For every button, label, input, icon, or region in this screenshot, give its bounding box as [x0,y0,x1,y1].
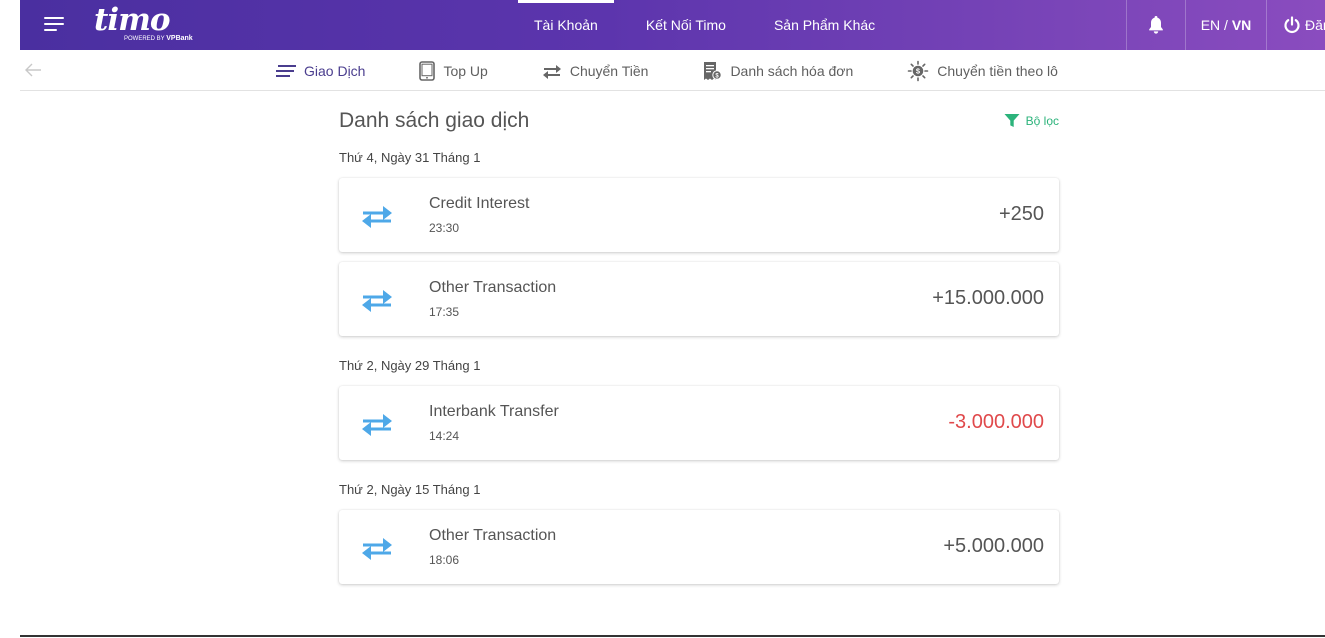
page-title: Danh sách giao dịch [339,109,530,132]
phone-icon [419,60,436,81]
subnav-giao-dich[interactable]: Giao Dịch [276,50,365,91]
page: timo POWERED BY VPBank Tài Khoản Kết Nối… [0,0,1325,638]
bell-icon [1149,15,1163,34]
language-switch[interactable]: EN / VN [1185,0,1266,50]
logo-wordmark: timo [94,2,171,38]
transaction-amount: +250 [998,203,1044,225]
nav-ket-noi-timo[interactable]: Kết Nối Timo [622,0,750,50]
power-icon [1284,16,1300,34]
timo-logo[interactable]: timo POWERED BY VPBank [94,2,193,44]
top-header: timo POWERED BY VPBank Tài Khoản Kết Nối… [20,0,1325,50]
date-header: Thứ 2, Ngày 29 Tháng 1 [339,358,481,373]
subnav-chuyen-tien[interactable]: Chuyển Tiền [542,50,649,91]
transfer-arrows-icon [362,538,392,560]
filter-label: Bộ lọc [1025,113,1059,128]
transaction-time: 17:35 [429,305,460,319]
logout-button[interactable]: Đăng [1266,0,1325,50]
subnav-top-up-label: Top Up [443,62,488,79]
transaction-time: 14:24 [429,429,460,443]
transaction-name: Credit Interest [429,195,530,212]
bottom-divider [20,635,1325,637]
transaction-row[interactable]: Credit Interest 23:30 +250 [339,178,1059,252]
lang-en[interactable]: EN [1201,17,1220,33]
subnav-top-up[interactable]: Top Up [419,50,488,91]
subnav-chuyen-tien-theo-lo[interactable]: $ Chuyển tiền theo lô [907,50,1058,91]
nav-san-pham-khac[interactable]: Sản Phẩm Khác [750,0,899,50]
transfer-arrows-icon [362,290,392,312]
transfer-arrows-icon [362,414,392,436]
filter-button[interactable]: Bộ lọc [1004,113,1059,128]
lines-icon [276,64,296,77]
notifications-button[interactable] [1126,0,1185,50]
transaction-amount: -3.000.000 [948,411,1044,433]
transaction-name: Other Transaction [429,527,557,544]
header-tools: EN / VN Đăng [1126,0,1325,50]
transaction-time: 18:06 [429,553,460,567]
transfer-icon [542,64,561,79]
main-nav: Tài Khoản Kết Nối Timo Sản Phẩm Khác [510,0,899,50]
transaction-amount: +15.000.000 [932,287,1044,309]
sub-nav: Giao Dịch Top Up Chuyển Tiền $ Danh sách… [20,50,1325,91]
transaction-name: Interbank Transfer [429,403,559,420]
funnel-icon [1004,114,1020,127]
subnav-giao-dich-label: Giao Dịch [304,62,366,79]
menu-icon[interactable] [44,15,64,33]
date-header: Thứ 2, Ngày 15 Tháng 1 [339,482,481,497]
date-header: Thứ 4, Ngày 31 Tháng 1 [339,150,481,165]
batch-icon: $ [907,60,929,81]
subnav-chuyen-tien-theo-lo-label: Chuyển tiền theo lô [937,62,1058,79]
transfer-arrows-icon [362,206,392,228]
transaction-row[interactable]: Other Transaction 18:06 +5.000.000 [339,510,1059,584]
logout-label: Đăng [1305,17,1325,33]
nav-tai-khoan[interactable]: Tài Khoản [510,0,622,50]
lang-vn[interactable]: VN [1232,17,1251,33]
transaction-row[interactable]: Other Transaction 17:35 +15.000.000 [339,262,1059,336]
sub-nav-items: Giao Dịch Top Up Chuyển Tiền $ Danh sách… [276,50,1112,91]
logo-powered-by: POWERED BY VPBank [124,35,193,42]
transaction-time: 23:30 [429,221,460,235]
transaction-amount: +5.000.000 [943,535,1044,557]
logo-powered-text: POWERED BY [124,36,165,42]
subnav-danh-sach-hoa-don[interactable]: $ Danh sách hóa đơn [702,50,853,91]
subnav-danh-sach-hoa-don-label: Danh sách hóa đơn [730,62,854,79]
bill-icon: $ [704,61,723,80]
logo-bank-text: VPBank [166,35,193,42]
transaction-name: Other Transaction [429,279,557,296]
subnav-chuyen-tien-label: Chuyển Tiền [569,62,649,79]
transaction-row[interactable]: Interbank Transfer 14:24 -3.000.000 [339,386,1059,460]
lang-separator: / [1220,17,1232,33]
back-arrow-icon[interactable] [24,62,42,78]
